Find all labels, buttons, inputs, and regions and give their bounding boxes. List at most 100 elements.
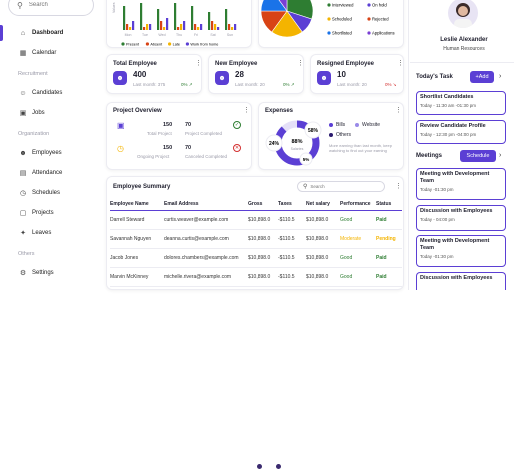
cell-name: Darrell Steward xyxy=(110,210,164,230)
attendance-chart: Values Mon Tue Wed Thu Fri Sat Sun Present Absent… xyxy=(112,2,237,47)
stat-pct-value: 0% xyxy=(181,82,188,87)
sidebar-item-dashboard[interactable]: ⌂ Dashboard xyxy=(0,25,100,41)
table-search[interactable]: ⚲ xyxy=(297,181,385,192)
trend-down-icon: ↘ xyxy=(392,82,397,87)
more-icon[interactable]: ⋮ xyxy=(395,106,402,114)
cell-taxes: -$110.5 xyxy=(278,248,306,268)
cell-net: $10,898.0 xyxy=(306,267,340,287)
bar-wfh xyxy=(149,24,152,30)
table-row[interactable]: Savannah Nguyen deanna.curtis@example.com… xyxy=(110,229,402,249)
chevron-right-icon[interactable]: › xyxy=(499,152,501,159)
legend-dot xyxy=(367,31,371,35)
sidebar-item-candidates[interactable]: ☺ Candidates xyxy=(0,85,100,101)
legend-label: Shortlisted xyxy=(332,31,352,36)
legend-dot xyxy=(327,31,331,35)
add-task-button[interactable]: +Add xyxy=(470,71,494,83)
more-icon[interactable]: ⋮ xyxy=(297,59,304,67)
cell-net: $10,898.0 xyxy=(306,210,340,230)
col-taxes[interactable]: Taxes xyxy=(278,198,306,211)
sidebar-item-calendar[interactable]: ▦ Calendar xyxy=(0,45,100,61)
total-project-value: 150 xyxy=(163,122,173,128)
col-employee-name[interactable]: Employee Name xyxy=(110,198,164,211)
sidebar-item-jobs[interactable]: ▣ Jobs xyxy=(0,105,100,121)
col-performance[interactable]: Performance xyxy=(340,198,376,211)
task-time: Today - 12:30 pm -04:00 pm xyxy=(420,132,477,137)
sidebar-item-leaves[interactable]: ✦ Leaves xyxy=(0,225,100,241)
stat-card-resigned-employee: Resigned Employee ⋮ ☻ 10 Last month: 20 … xyxy=(310,54,404,94)
bar-absent xyxy=(160,21,163,30)
bar-present xyxy=(140,3,143,30)
col-email[interactable]: Email Address xyxy=(164,198,248,211)
section-organization: Organization xyxy=(18,131,50,137)
cell-performance: Good xyxy=(340,210,376,230)
bar-late xyxy=(163,27,166,30)
sidebar-item-employees[interactable]: ☻ Employees xyxy=(0,145,100,161)
stat-card-total-employee: Total Employee ⋮ ☻ 400 Last month: 375 0… xyxy=(106,54,202,94)
more-icon[interactable]: ⋮ xyxy=(395,182,402,190)
trend-up-icon: ↗ xyxy=(188,82,193,87)
col-status[interactable]: Status xyxy=(376,198,402,211)
stat-title: Total Employee xyxy=(113,61,157,67)
task-card[interactable]: Shortlist Candidates Today - 11:30 am -0… xyxy=(416,91,506,115)
more-icon[interactable]: ⋮ xyxy=(243,106,250,114)
schedule-button[interactable]: Schedule xyxy=(460,150,496,162)
cell-taxes: -$110.5 xyxy=(278,210,306,230)
cell-email: michelle.rivera@example.com xyxy=(164,267,248,287)
bar-late xyxy=(180,24,183,30)
gear-icon: ⚙ xyxy=(19,270,27,277)
x-tick-label: Fri xyxy=(194,33,198,37)
more-icon[interactable]: ⋮ xyxy=(397,59,404,67)
table-row[interactable]: Jacob Jones dolores.chambers@example.com $… xyxy=(110,248,402,268)
bar-late xyxy=(197,27,200,30)
cell-gross: $10,898.0 xyxy=(248,229,278,249)
sidebar-search[interactable]: ⚲ xyxy=(8,0,94,16)
table-row[interactable]: Marvin McKinney michelle.rivera@example.c… xyxy=(110,267,402,287)
sidebar-item-label: Leaves xyxy=(32,230,52,236)
col-net-salary[interactable]: Net salary xyxy=(306,198,340,211)
search-icon: ⚲ xyxy=(17,0,23,10)
sidebar-item-schedules[interactable]: ◷ Schedules xyxy=(0,185,100,201)
legend-dot xyxy=(327,3,331,7)
people-icon: ☻ xyxy=(215,71,229,85)
candidate-pie-card: Interviewed On hold Scheduled Rejected Short… xyxy=(258,0,404,48)
legend-label: Bills xyxy=(336,122,346,128)
legend-others: Others xyxy=(329,132,351,138)
legend-dot xyxy=(185,42,189,46)
sidebar-item-label: Attendance xyxy=(32,170,63,176)
bar-wfh xyxy=(183,21,186,30)
meeting-card[interactable]: Meeting with Development Team Today -01:… xyxy=(416,168,506,200)
meeting-card[interactable]: Discussion with Employees xyxy=(416,272,506,290)
meeting-title: Discussion with Employees xyxy=(420,208,493,214)
people-icon: ☻ xyxy=(317,71,331,85)
legend-label: Absent xyxy=(150,43,163,47)
sidebar-item-attendance[interactable]: ▤ Attendance xyxy=(0,165,100,181)
pager-dot[interactable] xyxy=(276,464,281,469)
table-row[interactable]: Darrell Steward curtis.weaver@example.com… xyxy=(110,210,402,230)
bar-present xyxy=(191,6,194,30)
search-input[interactable] xyxy=(28,2,84,8)
folder-icon: ▢ xyxy=(19,210,27,217)
sidebar-item-label: Employees xyxy=(32,150,62,156)
more-icon[interactable]: ⋮ xyxy=(195,59,202,67)
pager-dot[interactable] xyxy=(257,464,262,469)
meeting-card[interactable]: Meeting with Development Team Today -01:… xyxy=(416,235,506,267)
bar-present xyxy=(123,6,126,30)
bar-wfh xyxy=(217,27,220,30)
stat-value: 400 xyxy=(133,70,147,79)
sidebar-item-settings[interactable]: ⚙ Settings xyxy=(0,265,100,281)
sidebar-item-projects[interactable]: ▢ Projects xyxy=(0,205,100,221)
col-gross[interactable]: Gross xyxy=(248,198,278,211)
profile-name: Leslie Alexander xyxy=(440,37,488,43)
bar-wfh xyxy=(166,18,169,30)
legend-label: Present xyxy=(126,43,140,47)
stat-sub: Last month: 20 xyxy=(337,82,367,87)
sidebar-item-label: Projects xyxy=(32,210,54,216)
ring-bottom-label: 5% xyxy=(303,157,310,162)
task-card[interactable]: Review Candidate Profile Today - 12:30 p… xyxy=(416,120,506,144)
meeting-card[interactable]: Discussion with Employees Today - 04:00 … xyxy=(416,205,506,231)
cell-net: $10,898.0 xyxy=(306,229,340,249)
bar-present xyxy=(225,9,228,30)
table-header-row: Employee Name Email Address Gross Taxes … xyxy=(110,198,402,211)
table-search-input[interactable] xyxy=(310,184,371,189)
chevron-right-icon[interactable]: › xyxy=(499,73,501,80)
